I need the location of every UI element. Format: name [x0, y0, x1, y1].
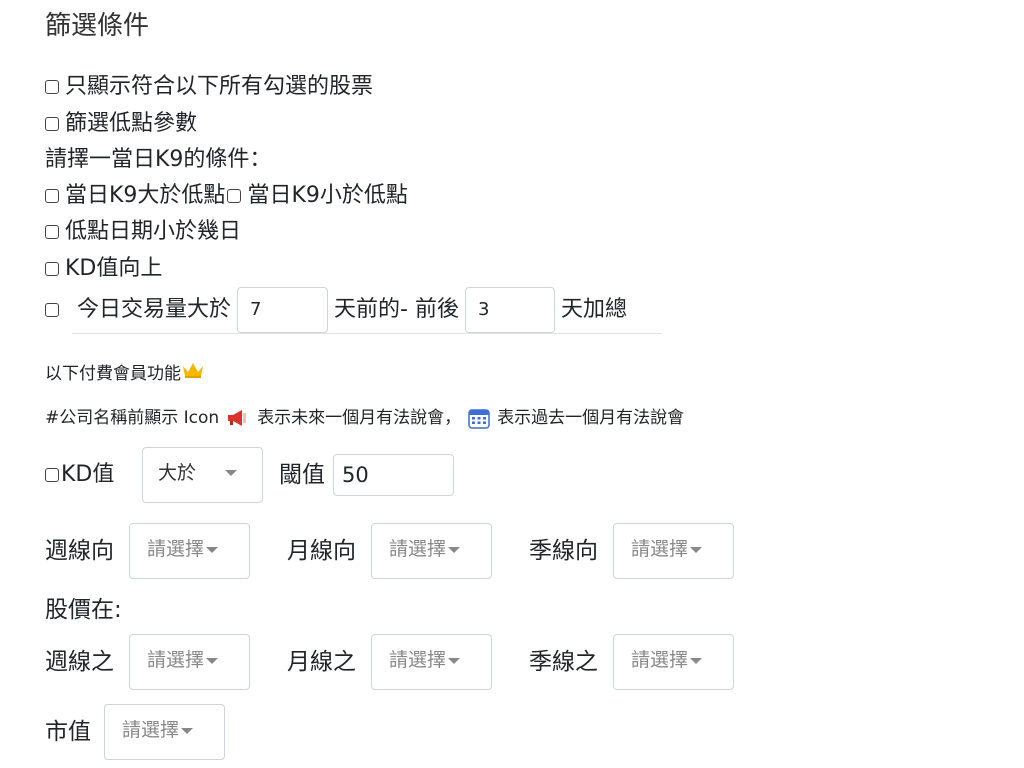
weekly-trend-placeholder: 請選擇: [147, 538, 205, 560]
low-date-label: 低點日期小於幾日: [65, 219, 242, 244]
low-date-option[interactable]: 低點日期小於幾日: [45, 217, 241, 247]
chevron-down-icon: [181, 727, 194, 734]
quarterly-trend-label: 季線向: [529, 538, 598, 564]
legend-megaphone-text: 表示未來一個月有法說會，: [257, 408, 462, 428]
volume-suffix-label: 天加總: [560, 297, 627, 322]
k9-lt-checkbox[interactable]: [227, 189, 242, 203]
all-match-checkbox[interactable]: [45, 80, 59, 94]
quarterly-price-label: 季線之: [529, 649, 598, 675]
volume-mid-label: 天前的- 前後: [334, 297, 459, 322]
kd-threshold-option: KD值: [45, 460, 114, 490]
monthly-trend-label: 月線向: [287, 538, 356, 564]
low-params-checkbox[interactable]: [45, 117, 59, 131]
weekly-trend-select[interactable]: 請選擇: [129, 523, 250, 579]
crown-icon: [183, 363, 203, 378]
volume-option: 今日交易量大於 7 天前的- 前後 3 天加總: [45, 287, 627, 333]
chevron-down-icon: [690, 657, 703, 664]
volume-days-input[interactable]: 7: [237, 287, 329, 333]
chevron-down-icon: [206, 546, 219, 553]
low-date-checkbox[interactable]: [45, 225, 59, 239]
quarterly-price-select[interactable]: 請選擇: [613, 634, 734, 690]
k9-lt-label: 當日K9小於低點: [247, 183, 408, 208]
low-params-label: 篩選低點參數: [65, 111, 198, 136]
kd-up-checkbox[interactable]: [45, 262, 59, 276]
threshold-input[interactable]: 50: [333, 454, 454, 496]
low-params-option[interactable]: 篩選低點參數: [45, 109, 197, 139]
volume-prefix-label: 今日交易量大於: [77, 297, 232, 322]
kd-up-label: KD值向上: [65, 256, 163, 281]
k9-gt-checkbox[interactable]: [45, 189, 59, 203]
market-cap-select[interactable]: 請選擇: [104, 704, 225, 760]
icon-legend: #公司名稱前顯示 Icon 表示未來一個月有法說會， 表示過去一個月有法說會: [45, 406, 684, 430]
k9-prompt: 請擇一當日K9的條件：: [45, 147, 272, 172]
megaphone-icon: [228, 410, 247, 426]
monthly-price-label: 月線之: [287, 649, 356, 675]
monthly-trend-placeholder: 請選擇: [389, 538, 447, 560]
quarterly-trend-select[interactable]: 請選擇: [613, 523, 734, 579]
all-match-label: 只顯示符合以下所有勾選的股票: [65, 74, 374, 99]
kd-operator-select[interactable]: 大於: [142, 447, 263, 503]
quarterly-trend-placeholder: 請選擇: [631, 538, 689, 560]
chevron-down-icon: [225, 470, 237, 476]
page-title: 篩選條件: [45, 11, 150, 41]
weekly-price-select[interactable]: 請選擇: [129, 634, 250, 690]
legend-prefix: #公司名稱前顯示 Icon: [45, 408, 220, 428]
chevron-down-icon: [448, 546, 461, 553]
chevron-down-icon: [448, 657, 461, 664]
kd-threshold-checkbox[interactable]: [45, 468, 59, 482]
quarterly-price-placeholder: 請選擇: [631, 649, 689, 671]
legend-calendar-text: 表示過去一個月有法說會: [497, 408, 685, 428]
price-heading: 股價在:: [45, 597, 122, 623]
market-cap-label: 市值: [45, 719, 91, 745]
threshold-label: 閾值: [279, 462, 325, 488]
monthly-trend-select[interactable]: 請選擇: [371, 523, 492, 579]
monthly-price-select[interactable]: 請選擇: [371, 634, 492, 690]
kd-up-option[interactable]: KD值向上: [45, 254, 162, 284]
market-cap-placeholder: 請選擇: [122, 719, 180, 741]
weekly-price-label: 週線之: [45, 649, 114, 675]
chevron-down-icon: [206, 657, 219, 664]
monthly-price-placeholder: 請選擇: [389, 649, 447, 671]
weekly-price-placeholder: 請選擇: [147, 649, 205, 671]
all-match-option[interactable]: 只顯示符合以下所有勾選的股票: [45, 72, 373, 102]
section-divider: [72, 333, 662, 334]
paid-label: 以下付費會員功能: [45, 364, 181, 384]
kd-operator-value: 大於: [158, 462, 197, 484]
volume-checkbox[interactable]: [45, 303, 59, 317]
k9-options: 當日K9大於低點 當日K9小於低點: [45, 181, 408, 211]
calendar-icon: [468, 409, 490, 429]
k9-gt-label: 當日K9大於低點: [65, 183, 226, 208]
kd-label: KD值: [61, 462, 115, 487]
weekly-trend-label: 週線向: [45, 538, 114, 564]
volume-range-input[interactable]: 3: [464, 287, 555, 333]
chevron-down-icon: [690, 546, 703, 553]
paid-section-header: 以下付費會員功能: [45, 362, 204, 386]
